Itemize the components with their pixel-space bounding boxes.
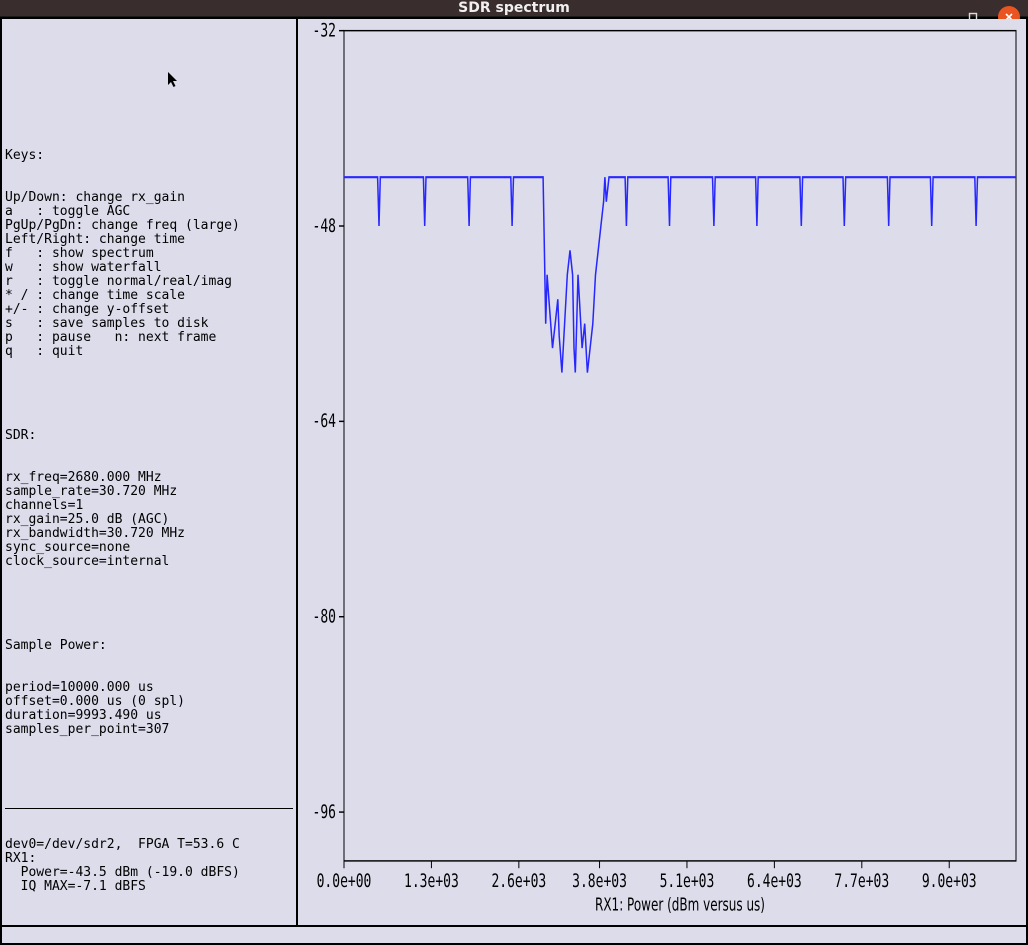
sdr-line: sync_source=none — [5, 541, 293, 555]
svg-text:-80: -80 — [313, 605, 336, 627]
svg-text:5.1e+03: 5.1e+03 — [660, 870, 715, 892]
sample-line: offset=0.000 us (0 spl) — [5, 695, 293, 709]
svg-text:1.3e+03: 1.3e+03 — [404, 870, 459, 892]
keys-line: s : save samples to disk — [5, 317, 293, 331]
keys-line: * / : change time scale — [5, 289, 293, 303]
sample-line: duration=9993.490 us — [5, 709, 293, 723]
sidebar-separator — [5, 808, 293, 809]
keys-line: q : quit — [5, 345, 293, 359]
sdr-line: clock_source=internal — [5, 555, 293, 569]
device-line: RX1: — [5, 852, 293, 866]
plot-area: -32 -48 -64 -80 -96 0.0e+00 1.3e+03 2.6e+03 3.8e… — [313, 19, 1016, 915]
device-line: Power=-43.5 dBm (-19.0 dBFS) — [5, 866, 293, 880]
window-title: SDR spectrum — [458, 0, 570, 16]
keys-line: p : pause n: next frame — [5, 331, 293, 345]
device-line: IQ MAX=-7.1 dBFS — [5, 880, 293, 894]
svg-text:-32: -32 — [313, 19, 336, 41]
svg-text:0.0e+00: 0.0e+00 — [317, 870, 372, 892]
keys-line: +/- : change y-offset — [5, 303, 293, 317]
blank-line — [5, 65, 293, 79]
svg-text:3.8e+03: 3.8e+03 — [572, 870, 627, 892]
keys-list: Up/Down: change rx_gaina : toggle AGCPgU… — [5, 191, 293, 359]
svg-text:-96: -96 — [313, 800, 336, 822]
device-list: dev0=/dev/sdr2, FPGA T=53.6 CRX1: Power=… — [5, 838, 293, 894]
sdr-line: rx_bandwidth=30.720 MHz — [5, 527, 293, 541]
device-line: dev0=/dev/sdr2, FPGA T=53.6 C — [5, 838, 293, 852]
keys-line: PgUp/PgDn: change freq (large) — [5, 219, 293, 233]
sdr-line: channels=1 — [5, 499, 293, 513]
svg-text:RX1: Power (dBm versus us): RX1: Power (dBm versus us) — [595, 894, 765, 915]
sample-header: Sample Power: — [5, 639, 293, 653]
blank-line — [5, 765, 293, 779]
keys-header: Keys: — [5, 149, 293, 163]
bottom-status-bar — [2, 925, 1026, 943]
svg-text:6.4e+03: 6.4e+03 — [747, 870, 802, 892]
keys-line: Left/Right: change time — [5, 233, 293, 247]
keys-line: Up/Down: change rx_gain — [5, 191, 293, 205]
keys-line: w : show waterfall — [5, 261, 293, 275]
sdr-line: rx_freq=2680.000 MHz — [5, 471, 293, 485]
window-titlebar: SDR spectrum — [0, 0, 1028, 17]
app-content: Keys: Up/Down: change rx_gaina : toggle … — [0, 17, 1028, 945]
keys-line: r : toggle normal/real/imag — [5, 275, 293, 289]
blank-line — [5, 107, 293, 121]
svg-text:7.7e+03: 7.7e+03 — [834, 870, 889, 892]
blank-line — [5, 387, 293, 401]
keys-line: f : show spectrum — [5, 247, 293, 261]
info-sidebar: Keys: Up/Down: change rx_gaina : toggle … — [2, 19, 298, 925]
sdr-line: rx_gain=25.0 dB (AGC) — [5, 513, 293, 527]
svg-text:2.6e+03: 2.6e+03 — [491, 870, 546, 892]
spectrum-chart[interactable]: -32 -48 -64 -80 -96 0.0e+00 1.3e+03 2.6e+03 3.8e… — [298, 19, 1026, 925]
svg-text:9.0e+03: 9.0e+03 — [922, 870, 977, 892]
blank-line — [5, 597, 293, 611]
keys-line: a : toggle AGC — [5, 205, 293, 219]
sdr-line: sample_rate=30.720 MHz — [5, 485, 293, 499]
main-row: Keys: Up/Down: change rx_gaina : toggle … — [2, 19, 1026, 925]
sdr-list: rx_freq=2680.000 MHzsample_rate=30.720 M… — [5, 471, 293, 569]
sample-line: period=10000.000 us — [5, 681, 293, 695]
sdr-header: SDR: — [5, 429, 293, 443]
svg-text:-48: -48 — [313, 214, 336, 236]
sample-line: samples_per_point=307 — [5, 723, 293, 737]
sample-list: period=10000.000 usoffset=0.000 us (0 sp… — [5, 681, 293, 737]
svg-text:-64: -64 — [313, 410, 336, 432]
